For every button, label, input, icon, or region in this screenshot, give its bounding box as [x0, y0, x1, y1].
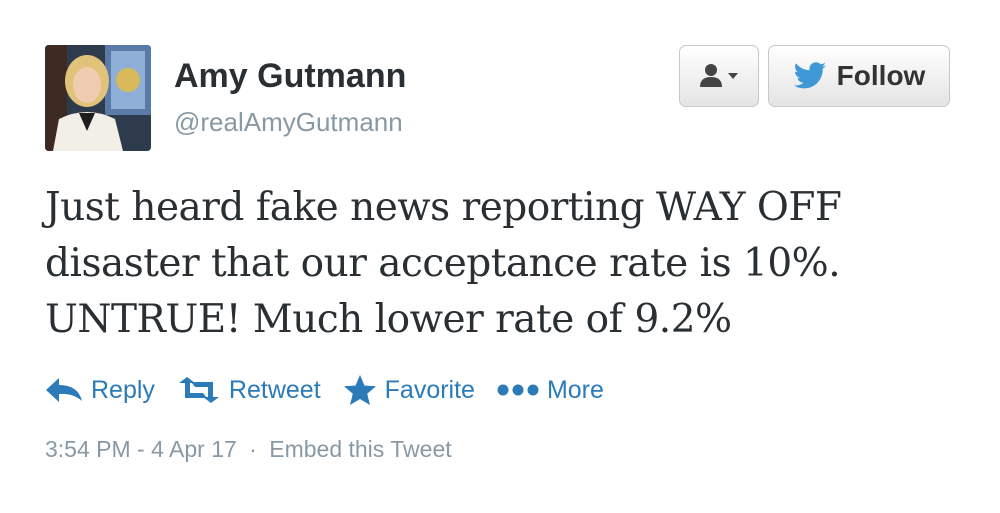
- follow-label: Follow: [836, 60, 926, 91]
- avatar[interactable]: [45, 45, 151, 151]
- tweet-text-line: disaster that our acceptance rate is 10%…: [45, 241, 841, 286]
- meta-separator: ·: [249, 436, 257, 462]
- tweet-meta: 3:54 PM - 4 Apr 17 · Embed this Tweet: [45, 436, 452, 463]
- user-dropdown-button[interactable]: [679, 45, 759, 107]
- favorite-label: Favorite: [384, 375, 475, 404]
- tweet-text: Just heard fake news reporting WAY OFF d…: [45, 180, 965, 348]
- person-dropdown-icon: [700, 64, 738, 87]
- star-icon: [343, 375, 376, 405]
- more-label: More: [546, 375, 604, 404]
- more-action[interactable]: More: [497, 376, 604, 405]
- user-full-name[interactable]: Amy Gutmann: [174, 57, 406, 96]
- tweet-actions: Reply Retweet Favorite More: [45, 370, 626, 410]
- twitter-bird-icon: [793, 62, 826, 89]
- reply-label: Reply: [91, 375, 155, 404]
- tweet-text-line: Just heard fake news reporting WAY OFF: [45, 185, 842, 230]
- retweet-label: Retweet: [228, 375, 321, 404]
- favorite-action[interactable]: Favorite: [343, 374, 475, 406]
- follow-button[interactable]: Follow: [768, 45, 950, 107]
- reply-arrow-icon: [46, 378, 82, 402]
- tweet-text-line: UNTRUE! Much lower rate of 9.2%: [45, 297, 732, 342]
- retweet-action[interactable]: Retweet: [177, 376, 321, 405]
- tweet-timestamp[interactable]: 3:54 PM - 4 Apr 17: [45, 436, 237, 462]
- user-screen-name[interactable]: @realAmyGutmann: [174, 107, 403, 138]
- more-dots-icon: [497, 384, 539, 396]
- tweet-card: Amy Gutmann @realAmyGutmann Follow Just …: [0, 0, 1000, 513]
- retweet-icon: [178, 377, 219, 403]
- embed-tweet-link[interactable]: Embed this Tweet: [269, 436, 451, 462]
- profile-photo-icon: [45, 45, 151, 151]
- reply-action[interactable]: Reply: [45, 376, 155, 405]
